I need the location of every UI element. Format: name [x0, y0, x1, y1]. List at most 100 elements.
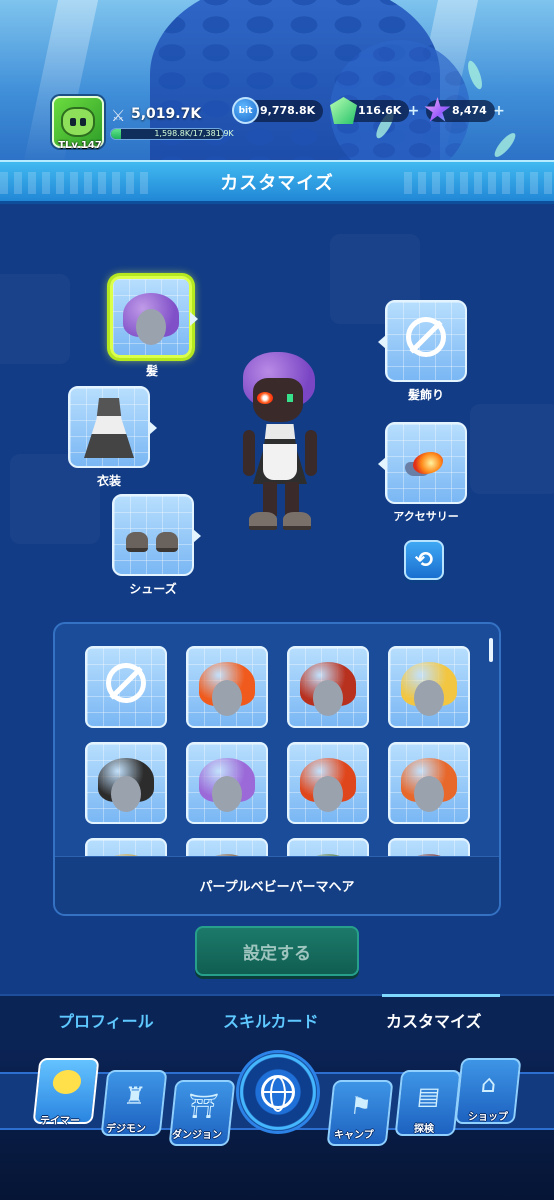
shop-icon: ⌂: [479, 1070, 498, 1098]
add-gems-button[interactable]: +: [408, 100, 420, 122]
item-cell[interactable]: [186, 838, 268, 856]
bit-label: bit: [238, 105, 253, 116]
item-cell[interactable]: [388, 742, 470, 824]
pointer-arrow: [149, 421, 157, 435]
pointer-arrow: [378, 457, 386, 471]
none-icon: [106, 663, 146, 703]
tab-customize[interactable]: カスタマイズ: [386, 1008, 482, 1032]
rainbow-star-icon: [424, 97, 451, 122]
tab-skill-card[interactable]: スキルカード: [223, 1008, 319, 1032]
nav-world-button[interactable]: [236, 1050, 320, 1134]
customize-panel: 髪 衣装 シューズ 髪飾り アクセサリー ⟲ パープルベビーパーマヘア 設定する: [0, 204, 554, 994]
add-stars-button[interactable]: +: [493, 100, 505, 122]
header-decoration: [404, 172, 554, 194]
slot-hair-accessory-label: 髪飾り: [407, 388, 444, 402]
item-cell[interactable]: [85, 742, 167, 824]
tab-indicator: [382, 994, 500, 997]
nav-digimon-label: デジモン: [106, 1124, 146, 1135]
character-apron: [263, 444, 297, 480]
folder-icon: ▤: [415, 1082, 442, 1110]
digimon-icon: ♜: [122, 1082, 147, 1110]
scrollbar-thumb[interactable]: [489, 638, 493, 662]
item-grid-scroll[interactable]: [55, 624, 499, 856]
pointer-arrow: [378, 335, 386, 349]
mannequin-head: [111, 776, 141, 812]
bits-counter[interactable]: bit 9,778.8K: [232, 97, 324, 124]
character-shoe: [283, 512, 311, 530]
slot-hair[interactable]: [110, 276, 198, 358]
globe-icon: [261, 1075, 295, 1109]
item-cell[interactable]: [388, 646, 470, 728]
maid-outfit-icon: [84, 398, 134, 458]
exp-text: 1,598.8K/17,381.9K: [154, 129, 234, 138]
slot-shoes[interactable]: [112, 494, 201, 576]
nav-camp-label: キャンプ: [334, 1130, 374, 1141]
character-arm: [305, 430, 317, 476]
gems-value: 116.6K: [358, 104, 402, 117]
bits-value: 9,778.8K: [260, 104, 316, 117]
character-eye: [287, 394, 293, 402]
character-leg: [285, 482, 299, 516]
pointer-arrow: [193, 529, 201, 543]
slot-costume-label: 衣装: [96, 474, 121, 488]
item-cell[interactable]: [388, 838, 470, 856]
stars-counter[interactable]: 8,474 +: [424, 97, 505, 122]
item-cell[interactable]: [287, 838, 369, 856]
mannequin-head: [212, 776, 242, 812]
rotate-preview-button[interactable]: ⟲: [404, 540, 444, 580]
mannequin-head: [313, 680, 343, 716]
item-cell[interactable]: [186, 646, 268, 728]
slot-hair-accessory[interactable]: [378, 300, 467, 382]
mannequin-head: [212, 680, 242, 716]
nav-dungeon-label: ダンジョン: [172, 1130, 222, 1141]
gate-icon: ⛩: [186, 1092, 220, 1120]
character-leg: [263, 482, 277, 516]
item-cell[interactable]: [85, 838, 167, 856]
slot-accessory-label: アクセサリー: [393, 510, 459, 523]
mannequin-head: [313, 776, 343, 812]
nav-tamer-label: テイマー: [40, 1116, 80, 1127]
item-grid: [85, 646, 470, 856]
item-cell[interactable]: [186, 742, 268, 824]
leaf: [465, 59, 485, 91]
selected-item-name: パープルベビーパーマヘア: [55, 856, 499, 914]
mannequin-head: [414, 680, 444, 716]
bit-coin-icon: bit: [232, 97, 259, 124]
slot-costume[interactable]: [68, 386, 157, 468]
tab-profile[interactable]: プロフィール: [58, 1008, 154, 1032]
apply-button[interactable]: 設定する: [195, 926, 359, 976]
crossed-swords-icon: ⚔: [111, 106, 126, 125]
power-value: 5,019.7K: [131, 106, 202, 122]
mannequin-head: [136, 309, 166, 345]
tamer-level: TLv.147: [58, 140, 102, 151]
gems-counter[interactable]: 116.6K +: [330, 97, 419, 124]
mannequin-head: [414, 776, 444, 812]
sub-tabs: プロフィール スキルカード カスタマイズ: [0, 994, 554, 1050]
character-preview: [235, 352, 325, 537]
status-bar: TLv.147 ⚔ 5,019.7K 1,598.8K/17,381.9K bi…: [0, 96, 554, 160]
stars-value: 8,474: [452, 104, 487, 117]
slot-hair-label: 髪: [145, 364, 158, 378]
background-pattern: [0, 274, 70, 364]
flame-eye-icon: [413, 452, 443, 474]
slot-accessory[interactable]: [378, 422, 467, 504]
character-flame-eye: [257, 392, 273, 404]
nav-explore-label: 探検: [414, 1124, 434, 1135]
item-cell[interactable]: [287, 646, 369, 728]
none-icon: [406, 317, 446, 357]
page-title: カスタマイズ: [220, 172, 334, 194]
flag-icon: ⚑: [348, 1092, 373, 1120]
character-shoe: [249, 512, 277, 530]
background-pattern: [470, 404, 554, 494]
avatar-face: [61, 107, 95, 137]
item-cell[interactable]: [287, 742, 369, 824]
item-cell[interactable]: [85, 646, 167, 728]
item-grid-panel: パープルベビーパーマヘア: [53, 622, 501, 916]
shoe-icon: [156, 532, 178, 552]
pointer-arrow: [190, 312, 198, 326]
header-decoration: [0, 172, 150, 194]
page-header: カスタマイズ: [0, 160, 554, 204]
bottom-navigation: テイマー ♜ デジモン ⛩ ダンジョン ⚑ キャンプ ▤ 探検 ⌂ ショップ: [0, 1050, 554, 1200]
character-arm: [243, 430, 255, 476]
slot-shoes-label: シューズ: [129, 582, 177, 596]
